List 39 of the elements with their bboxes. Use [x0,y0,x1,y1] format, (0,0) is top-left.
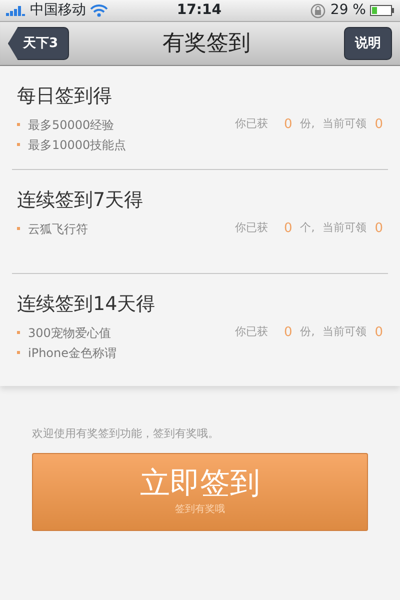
info-button[interactable]: 说明 [344,26,392,60]
back-button[interactable]: 天下3 [8,26,70,60]
reward-text: 最多50000经验 [28,116,114,134]
bullet-icon [17,331,20,334]
page-title: 有奖签到 [162,30,251,58]
stat-value: 0 [284,220,292,238]
stat-label: 个, [300,220,315,236]
battery-percent: 29 % [330,1,366,20]
reward-text: 300宠物爱心值 [28,324,111,342]
stat-label: 你已获 [234,324,268,340]
carrier-name: 中国移动 [30,1,86,20]
stat-label: 份, [300,116,315,132]
reward-text: 最多10000技能点 [28,136,126,154]
battery-icon [370,5,394,16]
stat-label: 你已获 [234,220,268,236]
stat-value: 0 [374,116,383,134]
clock-time: 17:14 [176,1,222,20]
wifi-icon [90,4,108,17]
bullet-icon [17,143,20,146]
signal-icon [6,6,26,16]
stat-label: 当前可领 [322,324,367,340]
bullet-icon [17,351,20,354]
welcome-note: 欢迎使用有奖签到功能，签到有奖哦。 [31,426,220,442]
reward-text: 云狐飞行符 [28,220,88,238]
reward-text: iPhone金色称谓 [28,344,117,362]
stat-label: 份, [300,324,315,340]
bullet-icon [17,123,20,126]
stat-label: 当前可领 [322,220,367,236]
section-title: 每日签到得 [17,84,113,109]
section-title: 连续签到7天得 [17,188,144,213]
stat-value: 0 [284,116,292,134]
stat-label: 当前可领 [322,116,367,132]
stat-label: 你已获 [234,116,268,132]
rotation-lock-icon [310,2,326,18]
section-title: 连续签到14天得 [17,292,156,317]
stat-value: 0 [374,220,383,238]
stat-value: 0 [284,324,292,342]
bullet-icon [17,227,20,230]
stat-value: 0 [374,324,383,342]
